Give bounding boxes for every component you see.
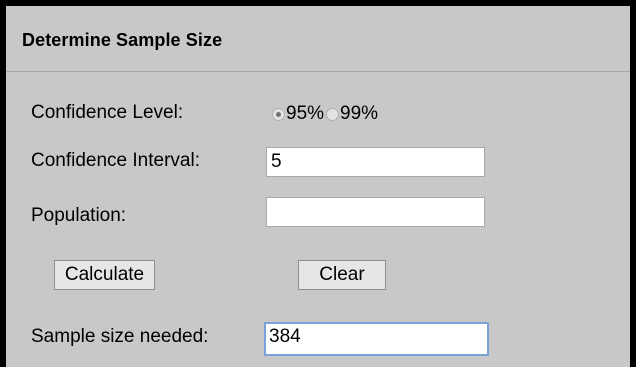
confidence-level-label: Confidence Level:	[31, 102, 184, 123]
population-input[interactable]	[266, 197, 485, 227]
sample-size-calculator-panel: Determine Sample Size Confidence Level: …	[0, 0, 636, 367]
confidence-interval-input[interactable]: 5	[266, 147, 485, 177]
confidence-99-radio[interactable]	[326, 107, 340, 121]
title-divider	[6, 71, 630, 72]
form-title: Determine Sample Size	[22, 30, 223, 50]
population-label: Population:	[31, 205, 127, 226]
confidence-99-label[interactable]: 99%	[340, 103, 378, 125]
clear-button[interactable]: Clear	[298, 260, 386, 290]
confidence-interval-label: Confidence Interval:	[31, 150, 200, 171]
sample-size-output[interactable]: 384	[264, 322, 489, 356]
calculate-button[interactable]: Calculate	[54, 260, 155, 290]
confidence-95-label[interactable]: 95%	[286, 103, 324, 125]
confidence-95-radio[interactable]	[272, 107, 285, 121]
confidence-level-radio-group: 95% 99%	[272, 102, 380, 126]
sample-size-label: Sample size needed:	[31, 326, 209, 347]
